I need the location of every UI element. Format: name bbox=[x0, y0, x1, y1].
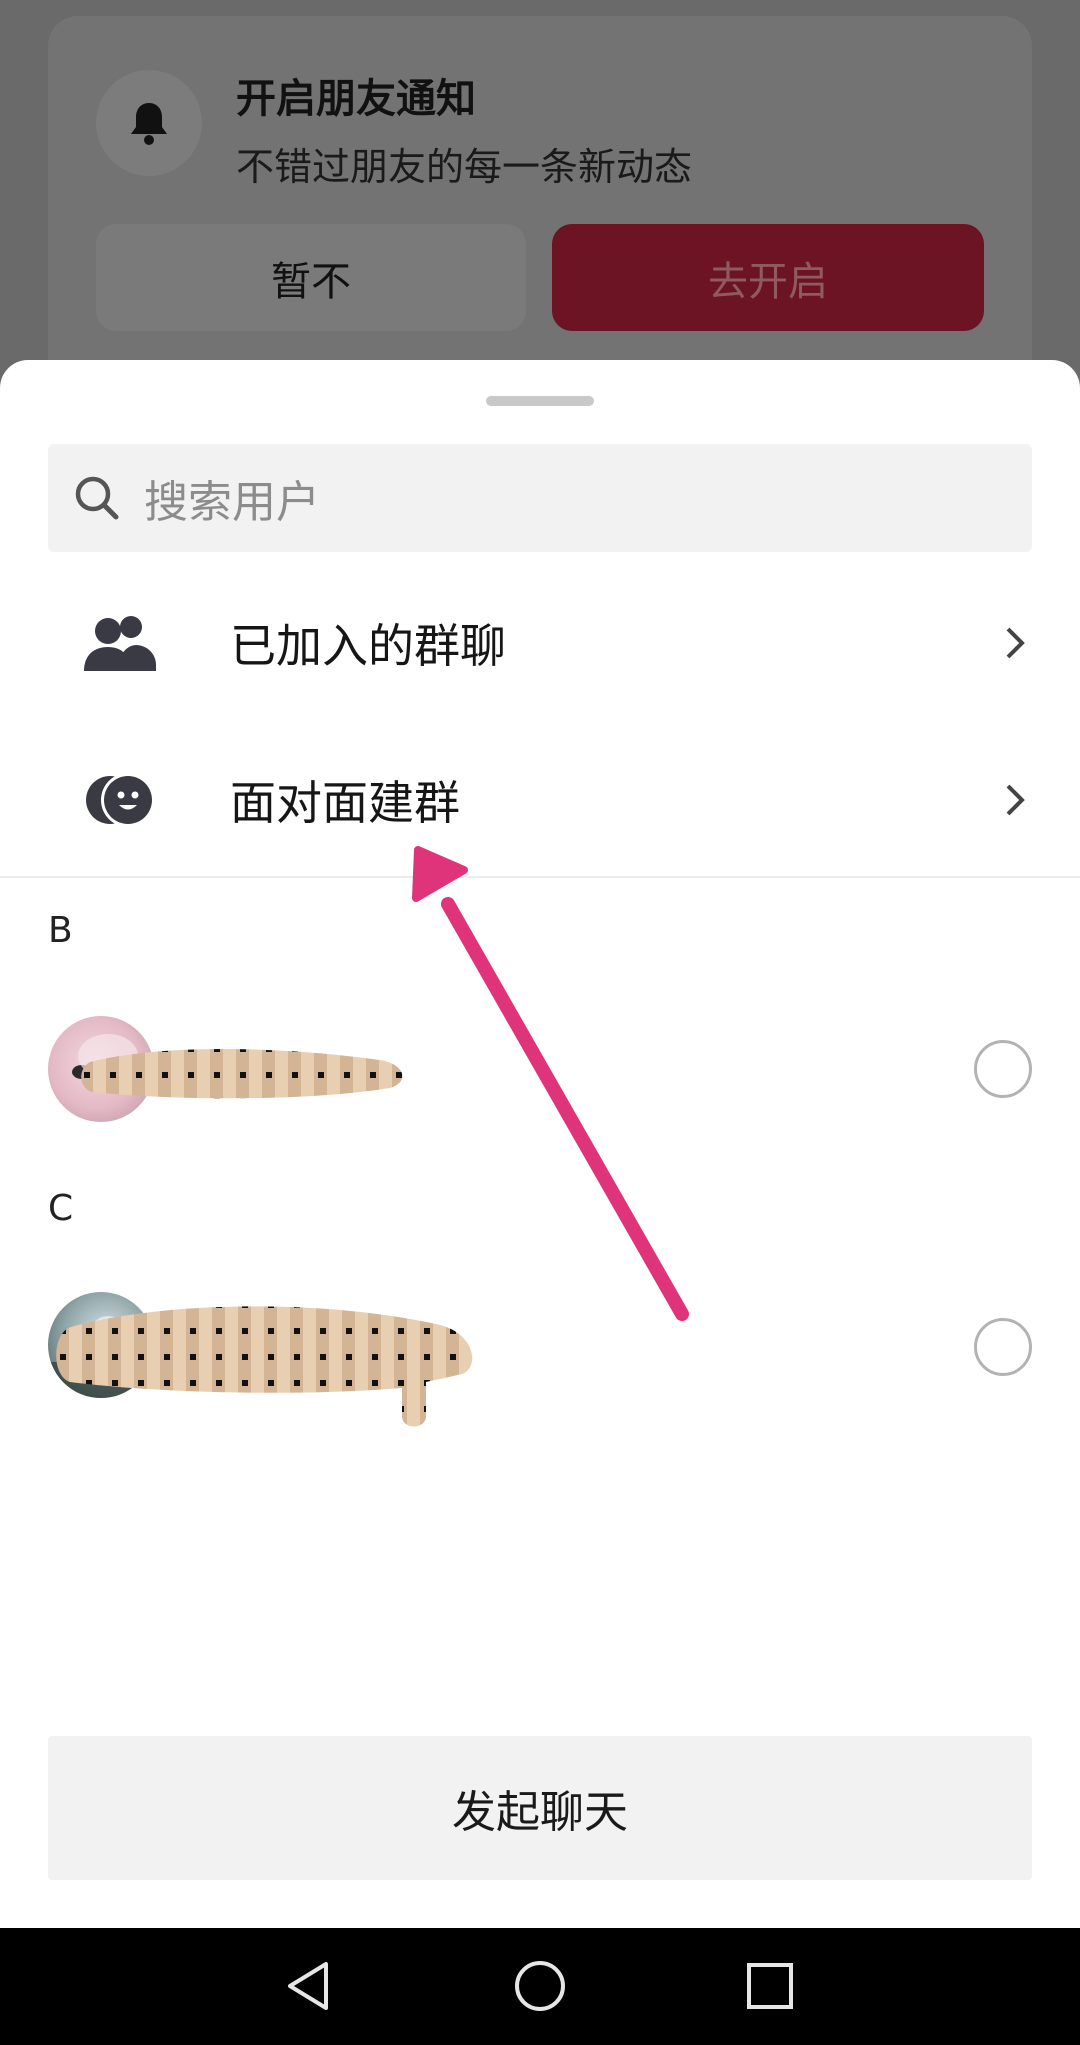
notification-subtitle: 不错过朋友的每一条新动态 bbox=[236, 145, 693, 189]
divider bbox=[0, 876, 1080, 878]
search-input[interactable]: 搜索用户 bbox=[48, 444, 1032, 552]
friend-notification-card bbox=[48, 16, 1032, 396]
joined-groups-row[interactable]: 已加入的群聊 bbox=[0, 568, 1080, 718]
recents-square-icon[interactable] bbox=[740, 1956, 800, 2016]
home-circle-icon[interactable] bbox=[510, 1956, 570, 2016]
back-triangle-icon[interactable] bbox=[280, 1956, 340, 2016]
redaction-scribble bbox=[56, 1306, 473, 1427]
search-icon bbox=[75, 476, 119, 520]
face-to-face-label: 面对面建群 bbox=[230, 776, 460, 830]
chevron-right-icon bbox=[1006, 784, 1025, 816]
contact-row[interactable] bbox=[0, 1292, 1080, 1427]
search-placeholder: 搜索用户 bbox=[144, 477, 320, 528]
sheet-drag-handle[interactable] bbox=[486, 396, 594, 406]
joined-groups-label: 已加入的群聊 bbox=[230, 619, 506, 673]
section-header-b: B bbox=[48, 910, 73, 951]
new-chat-sheet: 搜索用户 已加入的群聊 面对面建群 B C 发起聊天 bbox=[0, 360, 1080, 1928]
select-radio[interactable] bbox=[974, 1318, 1032, 1376]
section-header-c: C bbox=[48, 1188, 74, 1229]
face-to-face-group-row[interactable]: 面对面建群 bbox=[0, 725, 1080, 875]
select-radio[interactable] bbox=[974, 1040, 1032, 1098]
group-icon bbox=[84, 616, 156, 671]
notification-title: 开启朋友通知 bbox=[236, 76, 476, 122]
chevron-right-icon bbox=[1006, 627, 1025, 659]
start-chat-button[interactable]: 发起聊天 bbox=[48, 1736, 1032, 1880]
not-now-button[interactable]: 暂不 bbox=[96, 224, 526, 331]
contact-row[interactable] bbox=[0, 1014, 1080, 1124]
enable-button[interactable]: 去开启 bbox=[552, 224, 984, 331]
redaction-scribble bbox=[81, 1049, 403, 1099]
system-navigation-bar bbox=[0, 1928, 1080, 2045]
bell-icon bbox=[96, 70, 202, 176]
face-to-face-icon bbox=[86, 773, 155, 827]
